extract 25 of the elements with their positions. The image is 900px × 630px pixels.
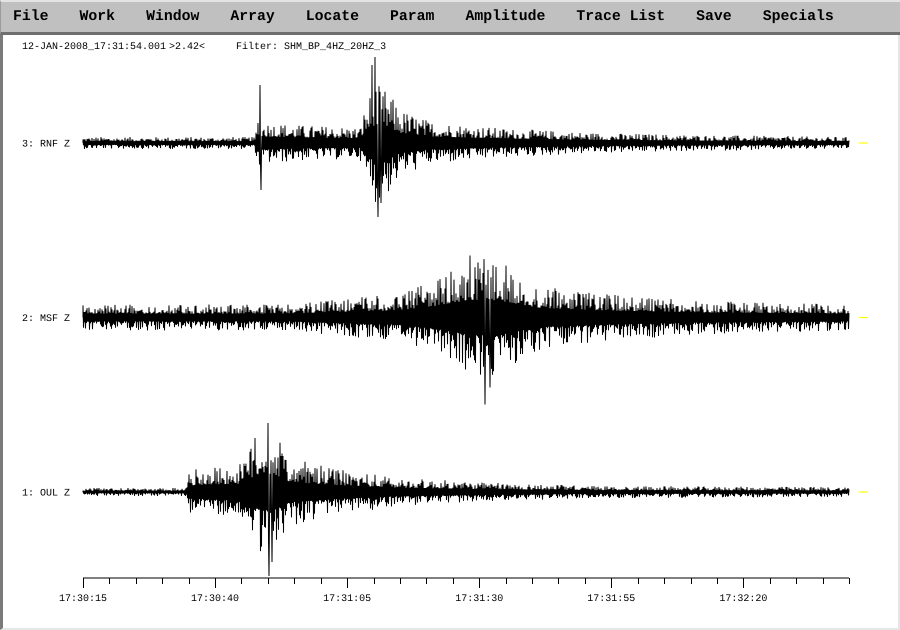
menu-item[interactable]: Amplitude bbox=[450, 2, 561, 32]
axis-tick-label: 17:30:40 bbox=[191, 594, 240, 605]
dash-marker-icon bbox=[859, 491, 868, 493]
menu-item[interactable]: Locate bbox=[290, 2, 375, 32]
axis-tick-label: 17:31:55 bbox=[587, 594, 636, 605]
dash-marker-icon bbox=[859, 316, 868, 318]
menu-item[interactable]: File bbox=[1, 2, 64, 32]
trace-label: 3: RNF Z bbox=[22, 140, 70, 150]
trace-label: 2: MSF Z bbox=[22, 314, 70, 325]
trace-label: 1: OUL Z bbox=[22, 488, 70, 500]
menu-item[interactable]: Window bbox=[130, 2, 215, 32]
axis-tick-label: 17:32:20 bbox=[719, 594, 768, 605]
menu-item[interactable]: Trace List bbox=[560, 2, 681, 32]
menu-item[interactable]: Array bbox=[214, 2, 290, 32]
filter-label: Filter: SHM_BP_4HZ_20HZ_3 bbox=[236, 42, 386, 54]
dash-marker-icon bbox=[859, 142, 868, 144]
axis-tick-label: 17:30:15 bbox=[59, 594, 107, 605]
menu-item[interactable]: Save bbox=[680, 2, 748, 32]
amplitude-readout: >2.42< bbox=[169, 42, 206, 54]
menu-item[interactable]: Specials bbox=[747, 2, 850, 32]
menu-item[interactable]: Work bbox=[64, 2, 131, 32]
axis-tick-label: 17:31:05 bbox=[323, 594, 372, 605]
menu-item[interactable]: Param bbox=[374, 2, 450, 32]
axis-tick-label: 17:31:30 bbox=[455, 594, 504, 605]
timestamp-text: 12-JAN-2008_17:31:54.001 bbox=[22, 42, 166, 54]
